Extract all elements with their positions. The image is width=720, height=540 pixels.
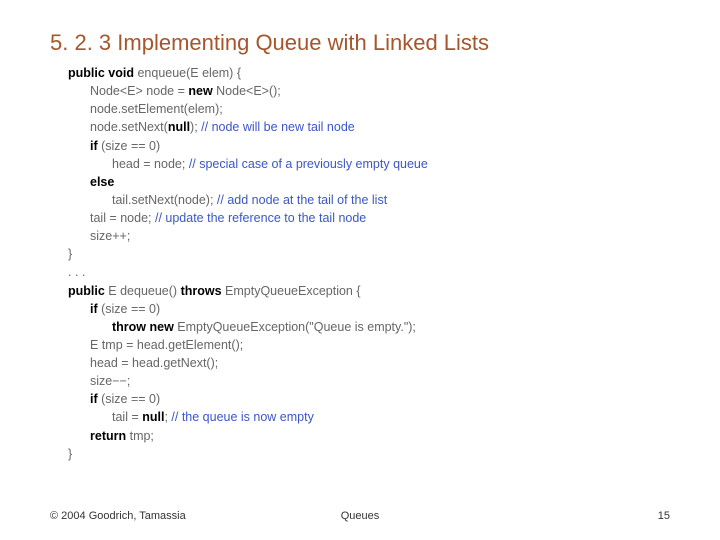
slide-title: 5. 2. 3 Implementing Queue with Linked L… xyxy=(50,30,670,56)
code-line: if (size == 0) xyxy=(68,390,670,408)
code-line: head = head.getNext(); xyxy=(68,354,670,372)
code-line: if (size == 0) xyxy=(68,300,670,318)
footer-title: Queues xyxy=(257,510,464,522)
slide: 5. 2. 3 Implementing Queue with Linked L… xyxy=(0,0,720,540)
code-line: size++; xyxy=(68,227,670,245)
code-line: node.setNext(null); // node will be new … xyxy=(68,118,670,136)
footer-copyright: © 2004 Goodrich, Tamassia xyxy=(50,510,257,522)
code-line: return tmp; xyxy=(68,427,670,445)
code-line: E tmp = head.getElement(); xyxy=(68,336,670,354)
code-line: node.setElement(elem); xyxy=(68,100,670,118)
code-line: Node<E> node = new Node<E>(); xyxy=(68,82,670,100)
code-line: head = node; // special case of a previo… xyxy=(68,155,670,173)
code-line: tail = null; // the queue is now empty xyxy=(68,408,670,426)
code-line: public void enqueue(E elem) { xyxy=(68,64,670,82)
code-line: tail = node; // update the reference to … xyxy=(68,209,670,227)
slide-footer: © 2004 Goodrich, Tamassia Queues 15 xyxy=(0,510,720,522)
code-line: tail.setNext(node); // add node at the t… xyxy=(68,191,670,209)
code-line: } xyxy=(68,445,670,463)
code-ellipsis: . . . xyxy=(68,263,670,281)
code-line: size−−; xyxy=(68,372,670,390)
code-line: public E dequeue() throws EmptyQueueExce… xyxy=(68,282,670,300)
code-line: throw new EmptyQueueException("Queue is … xyxy=(68,318,670,336)
footer-page-number: 15 xyxy=(463,510,670,522)
code-block: public void enqueue(E elem) { Node<E> no… xyxy=(50,64,670,463)
code-line: } xyxy=(68,245,670,263)
code-line: else xyxy=(68,173,670,191)
code-line: if (size == 0) xyxy=(68,137,670,155)
